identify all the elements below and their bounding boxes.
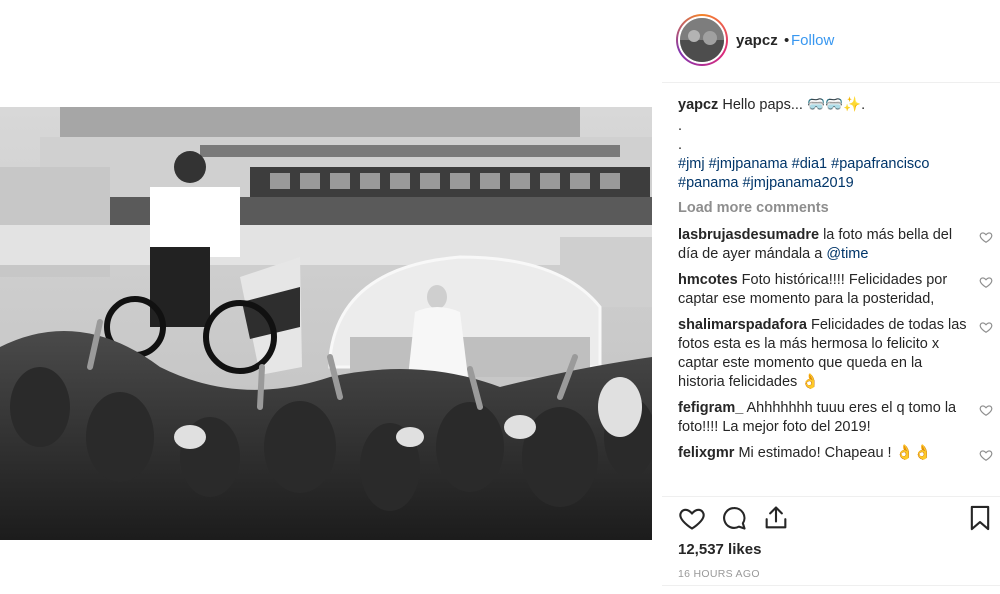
heart-icon[interactable] xyxy=(979,320,993,334)
comment: lasbrujasdesumadre la foto más bella del… xyxy=(678,226,993,264)
comment-username[interactable]: felixgmr xyxy=(678,445,734,461)
actions-divider xyxy=(662,496,1000,497)
comment: felixgmr Mi estimado! Chapeau ! 👌👌 xyxy=(678,444,993,463)
hashtags[interactable]: #jmj #jmjpanama #dia1 #papafrancisco xyxy=(678,155,993,174)
instagram-post: yapcz • Follow yapcz Hello paps... 🥽🥽✨. … xyxy=(0,0,1000,594)
hashtags[interactable]: #panama #jmjpanama2019 xyxy=(678,174,993,193)
avatar[interactable] xyxy=(678,16,726,64)
story-ring[interactable] xyxy=(676,14,728,66)
action-bar xyxy=(676,504,994,534)
comment-bubble-icon[interactable] xyxy=(720,504,748,532)
load-more-comments-button[interactable]: Load more comments xyxy=(678,199,993,218)
post-timestamp[interactable]: 16 HOURS AGO xyxy=(678,568,760,580)
avatar-image xyxy=(680,18,724,62)
caption: yapcz Hello paps... 🥽🥽✨. xyxy=(678,96,993,115)
footer-divider xyxy=(662,585,1000,586)
comment-username[interactable]: lasbrujasdesumadre xyxy=(678,227,819,243)
caption-dot-line: . xyxy=(678,118,683,134)
follow-button[interactable]: Follow xyxy=(791,32,834,49)
caption-text: Hello paps... xyxy=(722,97,803,113)
heart-icon[interactable] xyxy=(979,448,993,462)
like-heart-icon[interactable] xyxy=(678,504,706,532)
comment-text: Mi estimado! Chapeau ! 👌👌 xyxy=(738,445,932,461)
share-icon[interactable] xyxy=(762,504,790,532)
post-photo[interactable] xyxy=(0,107,652,540)
comment: shalimarspadafora Felicidades de todas l… xyxy=(678,316,993,392)
like-count[interactable]: 12,537 likes xyxy=(678,541,761,558)
comment-username[interactable]: shalimarspadafora xyxy=(678,317,807,333)
bookmark-icon[interactable] xyxy=(966,504,994,532)
mention-link[interactable]: @time xyxy=(826,246,868,262)
caption-dot-line: . xyxy=(678,137,683,153)
heart-icon[interactable] xyxy=(979,275,993,289)
comment-username[interactable]: fefigram_ xyxy=(678,400,743,416)
comment: fefigram_ Ahhhhhhh tuuu eres el q tomo l… xyxy=(678,399,993,437)
heart-icon[interactable] xyxy=(979,230,993,244)
comment: hmcotes Foto histórica!!!! Felicidades p… xyxy=(678,271,993,309)
caption-username[interactable]: yapcz xyxy=(678,97,718,113)
post-header: yapcz • Follow xyxy=(662,12,1000,70)
separator-dot: • xyxy=(784,32,790,49)
post-side-panel: yapcz • Follow yapcz Hello paps... 🥽🥽✨. … xyxy=(662,0,1000,594)
comment-username[interactable]: hmcotes xyxy=(678,272,738,288)
comments-list: yapcz Hello paps... 🥽🥽✨. . . #jmj #jmjpa… xyxy=(678,96,993,470)
caption-emoji: 🥽🥽✨. xyxy=(806,97,866,113)
username[interactable]: yapcz xyxy=(736,32,778,49)
header-divider xyxy=(662,82,1000,83)
heart-icon[interactable] xyxy=(979,403,993,417)
